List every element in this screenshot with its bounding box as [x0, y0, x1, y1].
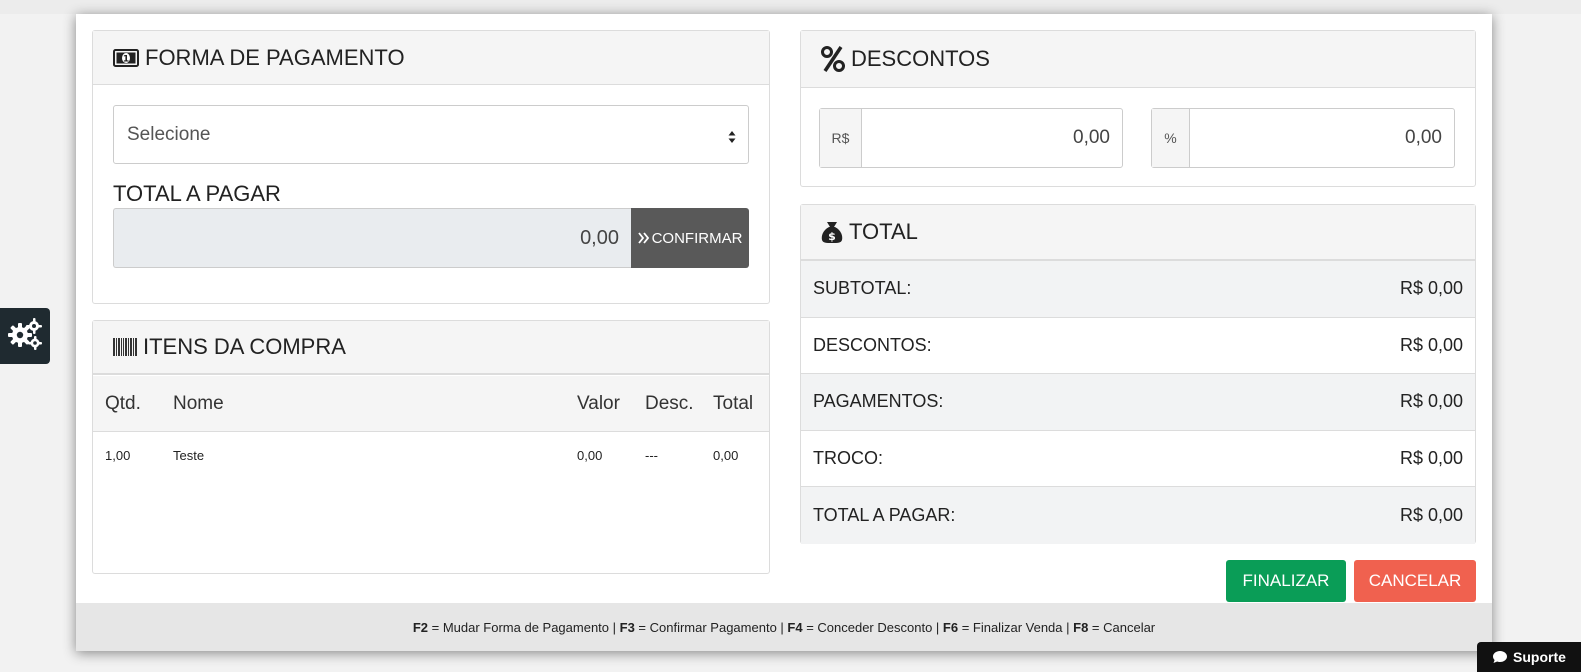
discount-rs-input[interactable]: 0,00 [862, 109, 1122, 167]
finalize-button[interactable]: FINALIZAR [1226, 560, 1346, 602]
cell-total: 0,00 [713, 447, 739, 463]
support-label: Suporte [1513, 649, 1566, 665]
shortcut-separator: | [609, 619, 620, 635]
confirm-button[interactable]: CONFIRMAR [631, 208, 749, 268]
svg-text:$: $ [828, 230, 836, 243]
col-desc-header: Desc. [645, 392, 694, 414]
money-bill-icon: 1 [113, 48, 139, 67]
shortcut-separator: | [776, 619, 788, 635]
top-strip [0, 0, 1581, 14]
discounts-panel: DESCONTOS R$ 0,00 % 0,00 [800, 30, 1476, 187]
discount-pct-group: % 0,00 [1151, 108, 1455, 168]
discounts-title: DESCONTOS [851, 46, 990, 71]
shortcut-key: F3 [619, 619, 635, 635]
summary-label: PAGAMENTOS: [813, 391, 944, 412]
total-header: $ TOTAL [801, 205, 1475, 261]
summary-value: R$ 0,00 [1399, 391, 1463, 412]
cancel-button[interactable]: CANCELAR [1354, 560, 1476, 602]
payment-method-select[interactable]: Selecione [113, 105, 749, 164]
summary-value: R$ 0,00 [1399, 278, 1463, 299]
shortcut-separator: | [932, 619, 943, 635]
cell-valor: 0,00 [577, 447, 603, 463]
col-valor-header: Valor [577, 392, 620, 414]
purchase-items-title: ITENS DA COMPRA [143, 334, 346, 359]
money-bag-icon: $ [821, 220, 843, 244]
sort-arrows-icon [728, 128, 736, 150]
shortcut-key: F2 [412, 619, 429, 635]
discount-rs-addon: R$ [820, 109, 862, 167]
summary-value: R$ 0,00 [1399, 334, 1463, 355]
summary-row-descontos: DESCONTOS: R$ 0,00 [801, 318, 1475, 374]
shortcut-text: = Confirmar Pagamento [634, 619, 777, 635]
col-qtd-header: Qtd. [105, 392, 141, 414]
summary-value: R$ 0,00 [1399, 504, 1463, 525]
summary-label: TROCO: [813, 447, 883, 468]
total-title: TOTAL [849, 219, 918, 244]
summary-label: TOTAL A PAGAR: [813, 504, 956, 525]
summary-row-troco: TROCO: R$ 0,00 [801, 431, 1475, 487]
support-chat-button[interactable]: Suporte [1477, 642, 1581, 672]
discount-rs-group: R$ 0,00 [819, 108, 1123, 168]
shortcut-key: F4 [787, 619, 803, 635]
summary-label: DESCONTOS: [813, 334, 932, 355]
shortcut-text: = Conceder Desconto [802, 619, 933, 635]
summary-label: SUBTOTAL: [813, 278, 912, 299]
purchase-items-header: ITENS DA COMPRA [93, 321, 769, 375]
shortcut-text: = Cancelar [1088, 619, 1156, 635]
percent-icon [821, 46, 845, 72]
payment-modal: 1 FORMA DE PAGAMENTO Selecione TOTAL A P… [76, 14, 1492, 651]
total-to-pay-label: TOTAL A PAGAR [113, 181, 281, 206]
shortcut-footer: F2 = Mudar Forma de Pagamento | F3 = Con… [76, 603, 1492, 651]
purchase-items-panel: ITENS DA COMPRA Qtd. Nome Valor Desc. To… [92, 320, 770, 574]
comment-icon [1492, 650, 1513, 664]
items-table-header: Qtd. Nome Valor Desc. Total [93, 376, 769, 432]
summary-row-subtotal: SUBTOTAL: R$ 0,00 [801, 261, 1475, 318]
gears-icon [8, 317, 42, 355]
discount-pct-input[interactable]: 0,00 [1190, 109, 1454, 167]
cell-nome: Teste [173, 447, 205, 463]
confirm-button-label: CONFIRMAR [651, 229, 743, 247]
payment-method-title: FORMA DE PAGAMENTO [145, 44, 405, 70]
discount-pct-addon: % [1152, 109, 1190, 167]
items-table: Qtd. Nome Valor Desc. Total 1,00 Teste 0… [93, 376, 769, 478]
total-summary-list: SUBTOTAL: R$ 0,00 DESCONTOS: R$ 0,00 PAG… [801, 261, 1475, 544]
shortcut-key: F6 [942, 619, 959, 635]
settings-toggle-button[interactable] [0, 308, 50, 364]
cell-desc: --- [645, 447, 658, 463]
total-panel: $ TOTAL SUBTOTAL: R$ 0,00 DESCONTOS: R$ … [800, 204, 1476, 544]
summary-value: R$ 0,00 [1399, 447, 1463, 468]
cell-qtd: 1,00 [105, 447, 131, 463]
col-total-header: Total [713, 392, 754, 414]
shortcut-separator: | [1062, 619, 1074, 635]
svg-text:1: 1 [123, 54, 129, 64]
shortcut-text: = Finalizar Venda [958, 619, 1063, 635]
payment-method-panel: 1 FORMA DE PAGAMENTO Selecione TOTAL A P… [92, 30, 770, 304]
summary-row-pagamentos: PAGAMENTOS: R$ 0,00 [801, 374, 1475, 431]
shortcut-key: F8 [1073, 619, 1089, 635]
col-nome-header: Nome [173, 392, 224, 414]
shortcut-text: = Mudar Forma de Pagamento [428, 619, 610, 635]
barcode-icon [113, 338, 137, 356]
double-chevron-right-icon [637, 232, 649, 244]
payment-method-header: 1 FORMA DE PAGAMENTO [93, 31, 769, 85]
summary-row-total-a-pagar: TOTAL A PAGAR: R$ 0,00 [801, 487, 1475, 544]
payment-method-select-value: Selecione [127, 123, 211, 145]
total-to-pay-input[interactable]: 0,00 [113, 208, 631, 268]
table-row[interactable]: 1,00 Teste 0,00 --- 0,00 [93, 432, 769, 478]
discounts-header: DESCONTOS [801, 31, 1475, 88]
